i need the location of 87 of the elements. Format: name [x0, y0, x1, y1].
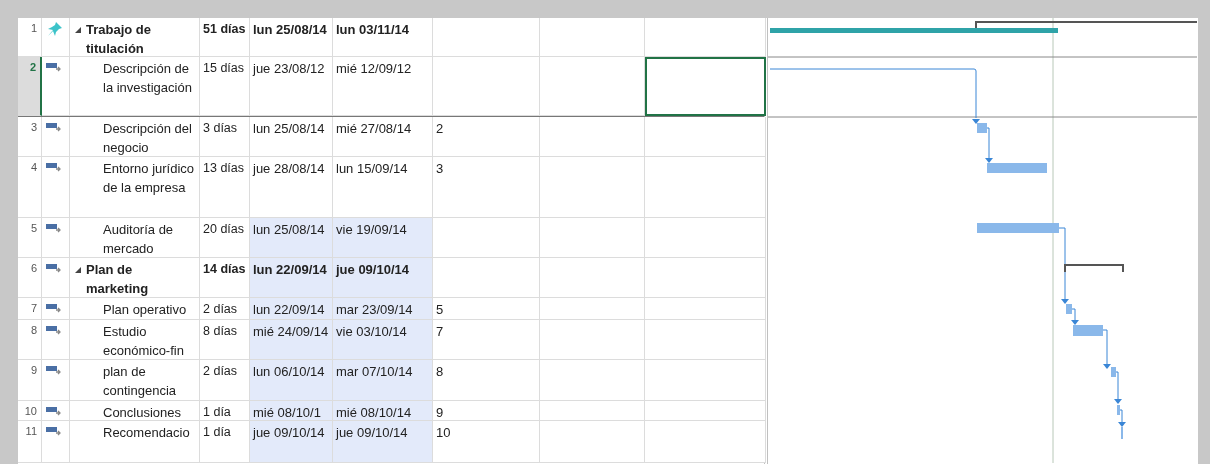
task-mode-icon [46, 264, 62, 274]
start-date-cell: lun 25/08/14 [250, 117, 333, 157]
pin-icon [47, 21, 63, 37]
start-date-cell: lun 22/09/14 [250, 298, 333, 320]
task-name: Entorno jurídico de la empresa [103, 160, 196, 197]
predecessors-cell: 5 [433, 298, 540, 320]
start-date-cell: lun 25/08/14 [250, 18, 333, 57]
finish-date-cell: vie 19/09/14 [333, 218, 433, 258]
task-name: Plan de marketing [86, 261, 150, 297]
task-bar [1111, 367, 1116, 377]
task-mode-icon [46, 224, 62, 234]
task-name: Trabajo de titulación [86, 21, 153, 56]
task-bar [1117, 405, 1120, 415]
task-mode-icon [46, 427, 62, 437]
duration-cell: 13 días [200, 157, 250, 218]
row-number: 8 [18, 320, 42, 360]
link-arrow [1114, 371, 1122, 404]
predecessors-cell: 9 [433, 401, 540, 421]
task-name: Recomendacio [103, 424, 190, 442]
collapse-triangle-icon[interactable] [75, 267, 81, 273]
link-arrow [1071, 308, 1079, 325]
finish-date-cell: mié 12/09/12 [333, 57, 433, 116]
duration-cell: 8 días [200, 320, 250, 360]
task-name: Plan operativo [103, 301, 187, 319]
start-date-cell: lun 22/09/14 [250, 258, 333, 298]
start-date-cell: jue 23/08/12 [250, 57, 333, 116]
duration-cell: 15 días [200, 57, 250, 116]
duration-cell: 3 días [200, 117, 250, 157]
task-name: plan de contingencia [103, 363, 177, 400]
row-number: 10 [18, 401, 42, 421]
duration-cell: 20 días [200, 218, 250, 258]
row-number: 9 [18, 360, 42, 401]
predecessors-cell: 3 [433, 157, 540, 218]
start-date-cell: mié 08/10/1 [250, 401, 333, 421]
summary-bracket [1064, 264, 1124, 273]
predecessors-cell: 2 [433, 117, 540, 157]
task-mode-icon [46, 326, 62, 336]
task-mode-icon [46, 366, 62, 376]
task-mode-icon [46, 407, 62, 417]
row-number: 1 [18, 18, 42, 57]
link-arrow [1118, 409, 1126, 427]
task-mode-icon [46, 63, 62, 73]
finish-date-cell: jue 09/10/14 [333, 258, 433, 298]
row-number: 3 [18, 117, 42, 157]
finish-date-cell: mar 23/09/14 [333, 298, 433, 320]
duration-cell: 2 días [200, 360, 250, 401]
collapse-triangle-icon[interactable] [75, 27, 81, 33]
start-date-cell: mié 24/09/14 [250, 320, 333, 360]
row-number: 4 [18, 157, 42, 218]
task-name: Descripción del negocio [103, 120, 193, 156]
duration-cell: 1 día [200, 401, 250, 421]
task-mode-icon [46, 123, 62, 133]
predecessors-cell: 7 [433, 320, 540, 360]
task-bar [1073, 325, 1103, 336]
finish-date-cell: mié 27/08/14 [333, 117, 433, 157]
finish-date-cell: mar 07/10/14 [333, 360, 433, 401]
row-number: 6 [18, 258, 42, 298]
task-bar [987, 163, 1047, 173]
start-date-cell: lun 06/10/14 [250, 360, 333, 401]
task-name: Descripción de la investigación [103, 60, 193, 97]
finish-date-cell: lun 03/11/14 [333, 18, 433, 57]
duration-cell: 1 día [200, 421, 250, 463]
finish-date-cell: lun 15/09/14 [333, 157, 433, 218]
task-name: Conclusiones [103, 404, 182, 420]
row-number: 7 [18, 298, 42, 320]
link-arrow [1102, 329, 1111, 369]
duration-cell: 2 días [200, 298, 250, 320]
finish-date-cell: vie 03/10/14 [333, 320, 433, 360]
duration-cell: 51 días [200, 18, 250, 57]
start-date-cell: jue 09/10/14 [250, 421, 333, 463]
predecessors-cell: 8 [433, 360, 540, 401]
link-arrow [985, 127, 993, 163]
start-date-cell: lun 25/08/14 [250, 218, 333, 258]
finish-date-cell: jue 09/10/14 [333, 421, 433, 463]
row-number: 5 [18, 218, 42, 258]
duration-cell: 14 días [200, 258, 250, 298]
task-mode-icon [46, 163, 62, 173]
task-bar [977, 123, 987, 133]
start-date-cell: jue 28/08/14 [250, 157, 333, 218]
task-mode-icon [46, 304, 62, 314]
task-bar [1066, 304, 1072, 314]
active-cell[interactable] [645, 57, 766, 116]
row-number: 2 [18, 57, 42, 116]
predecessors-cell: 10 [433, 421, 540, 463]
task-name: Auditoría de mercado [103, 221, 175, 257]
finish-date-cell: mié 08/10/14 [333, 401, 433, 421]
row-number: 11 [18, 421, 42, 463]
